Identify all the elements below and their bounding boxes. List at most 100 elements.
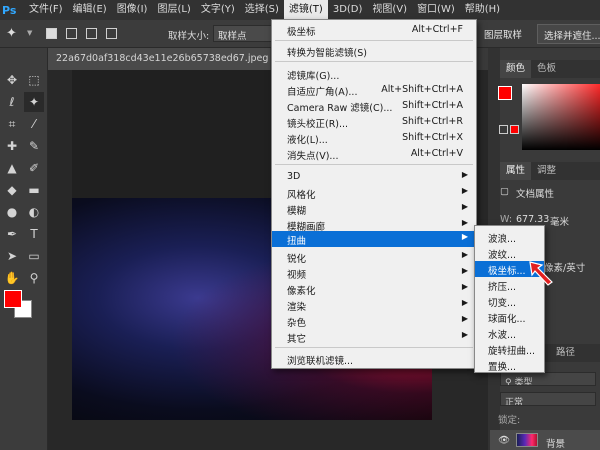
tab-swatches[interactable]: 色板 bbox=[531, 60, 562, 78]
submenu-arrow-icon: ▶ bbox=[461, 314, 468, 323]
pen-tool-icon[interactable]: ✒ bbox=[2, 224, 22, 244]
warning-cube-icon[interactable] bbox=[499, 125, 508, 134]
menu-type[interactable]: 文字(Y) bbox=[196, 0, 240, 20]
blur-tool-icon[interactable]: ● bbox=[2, 202, 22, 222]
document-properties-label: 文档属性 bbox=[516, 189, 555, 200]
lasso-tool-icon[interactable]: ℓ bbox=[2, 92, 22, 112]
path-select-icon[interactable]: ➤ bbox=[2, 246, 22, 266]
submenu-arrow-icon: ▶ bbox=[461, 266, 468, 275]
foreground-color-swatch[interactable] bbox=[4, 290, 22, 308]
history-brush-icon[interactable]: ✐ bbox=[24, 158, 44, 178]
filter-3d[interactable]: 3D ▶ bbox=[272, 169, 476, 185]
photoshop-logo: Ps bbox=[2, 3, 17, 17]
liquify[interactable]: 液化(L)... Shift+Ctrl+X bbox=[272, 130, 476, 146]
panel-foreground-swatch[interactable] bbox=[498, 86, 512, 100]
distort-submenu: 波浪... 波纹... 极坐标... 挤压... 切变... 球面化... 水波… bbox=[474, 225, 545, 373]
menu-select[interactable]: 选择(S) bbox=[240, 0, 284, 20]
shape-tool-icon[interactable]: ▭ bbox=[24, 246, 44, 266]
menu-image[interactable]: 图像(I) bbox=[112, 0, 153, 20]
healing-tool-icon[interactable]: ✚ bbox=[2, 136, 22, 156]
filter-video[interactable]: 视频 ▶ bbox=[272, 265, 476, 281]
color-picker-field[interactable] bbox=[522, 84, 600, 150]
new-selection-icon[interactable] bbox=[46, 28, 57, 39]
width-value[interactable]: 677.33 bbox=[516, 214, 549, 225]
tab-properties[interactable]: 属性 bbox=[500, 162, 532, 180]
width-unit[interactable]: 毫米 bbox=[550, 214, 569, 228]
menu-window[interactable]: 窗口(W) bbox=[412, 0, 460, 20]
tools-panel: ✥ ⬚ ℓ ✦ ⌗ ⁄ ✚ ✎ ▲ ✐ ◆ ▬ ● ◐ ✒ T ➤ ▭ ✋ ⚲ … bbox=[0, 48, 48, 450]
move-tool-icon[interactable]: ✥ bbox=[2, 70, 22, 90]
lens-correction[interactable]: 镜头校正(R)... Shift+Ctrl+R bbox=[272, 114, 476, 130]
menu-help[interactable]: 帮助(H) bbox=[460, 0, 505, 20]
menu-separator bbox=[275, 61, 473, 62]
browse-online-filters[interactable]: 浏览联机滤镜... bbox=[272, 351, 476, 367]
intersect-selection-icon[interactable] bbox=[106, 28, 117, 39]
menu-layer[interactable]: 图层(L) bbox=[152, 0, 195, 20]
submenu-arrow-icon: ▶ bbox=[461, 186, 468, 195]
distort-ripple[interactable]: 水波... bbox=[475, 325, 544, 341]
submenu-arrow-icon: ▶ bbox=[461, 170, 468, 179]
hand-tool-icon[interactable]: ✋ bbox=[2, 268, 22, 288]
select-and-mask-button[interactable]: 选择并遮住... bbox=[537, 24, 600, 44]
tab-color[interactable]: 颜色 bbox=[500, 60, 532, 78]
eyedropper-tool-icon[interactable]: ⁄ bbox=[24, 114, 44, 134]
filter-last-item[interactable]: 极坐标 Alt+Ctrl+F bbox=[272, 22, 476, 38]
filter-other[interactable]: 其它 ▶ bbox=[272, 329, 476, 345]
dodge-tool-icon[interactable]: ◐ bbox=[24, 202, 44, 222]
tab-paths[interactable]: 路径 bbox=[550, 344, 581, 362]
crop-tool-icon[interactable]: ⌗ bbox=[2, 114, 22, 134]
filter-sharpen[interactable]: 锐化 ▶ bbox=[272, 249, 476, 265]
camera-raw-filter[interactable]: Camera Raw 滤镜(C)... Shift+Ctrl+A bbox=[272, 98, 476, 114]
vanishing-point[interactable]: 消失点(V)... Alt+Ctrl+V bbox=[272, 146, 476, 162]
sample-size-select[interactable]: 取样点 bbox=[213, 25, 273, 42]
filter-render[interactable]: 渲染 ▶ bbox=[272, 297, 476, 313]
distort-twirl[interactable]: 旋转扭曲... bbox=[475, 341, 544, 357]
blend-mode-select[interactable]: 正常 bbox=[500, 392, 596, 406]
filter-stylize[interactable]: 风格化 ▶ bbox=[272, 185, 476, 201]
visibility-eye-icon[interactable]: 👁 bbox=[498, 435, 510, 446]
type-tool-icon[interactable]: T bbox=[24, 224, 44, 244]
zoom-tool-icon[interactable]: ⚲ bbox=[24, 268, 44, 288]
distort-displace[interactable]: 置换... bbox=[475, 357, 544, 373]
marquee-tool-icon[interactable]: ⬚ bbox=[24, 70, 44, 90]
layer-type-filter[interactable]: ⚲ 类型 bbox=[500, 372, 596, 386]
menu-bar: Ps 文件(F) 编辑(E) 图像(I) 图层(L) 文字(Y) 选择(S) 滤… bbox=[0, 0, 600, 20]
distort-spherize[interactable]: 球面化... bbox=[475, 309, 544, 325]
submenu-arrow-icon: ▶ bbox=[461, 250, 468, 259]
layer-name[interactable]: 背景 bbox=[546, 436, 565, 450]
filter-distort[interactable]: 扭曲 ▶ bbox=[272, 231, 476, 247]
stamp-tool-icon[interactable]: ▲ bbox=[2, 158, 22, 178]
chevron-down-icon[interactable]: ▼ bbox=[27, 29, 32, 37]
color-panel-header: 颜色 色板 bbox=[500, 60, 600, 78]
magic-wand-icon[interactable]: ✦ bbox=[6, 26, 26, 42]
gamut-color-swatch[interactable] bbox=[510, 125, 519, 134]
properties-panel-header: 属性 调整 bbox=[500, 162, 600, 180]
distort-shear[interactable]: 切变... bbox=[475, 293, 544, 309]
distort-wave[interactable]: 波浪... bbox=[475, 229, 544, 245]
subtract-selection-icon[interactable] bbox=[86, 28, 97, 39]
adaptive-wide-angle[interactable]: 自适应广角(A)... Alt+Shift+Ctrl+A bbox=[272, 82, 476, 98]
magic-wand-tool-icon[interactable]: ✦ bbox=[24, 92, 44, 112]
filter-blur[interactable]: 模糊 ▶ bbox=[272, 201, 476, 217]
menu-edit[interactable]: 编辑(E) bbox=[68, 0, 112, 20]
menu-view[interactable]: 视图(V) bbox=[367, 0, 412, 20]
document-icon: ▢ bbox=[500, 186, 509, 197]
filter-noise[interactable]: 杂色 ▶ bbox=[272, 313, 476, 329]
eraser-tool-icon[interactable]: ◆ bbox=[2, 180, 22, 200]
filter-pixelate[interactable]: 像素化 ▶ bbox=[272, 281, 476, 297]
submenu-arrow-icon: ▶ bbox=[461, 282, 468, 291]
document-tab[interactable]: 22a67d0af318cd43e11e26b65738ed67.jpeg @ … bbox=[48, 48, 270, 70]
menu-3d[interactable]: 3D(D) bbox=[328, 0, 368, 20]
gradient-tool-icon[interactable]: ▬ bbox=[24, 180, 44, 200]
tab-adjustments[interactable]: 调整 bbox=[531, 162, 562, 180]
brush-tool-icon[interactable]: ✎ bbox=[24, 136, 44, 156]
filter-gallery[interactable]: 滤镜库(G)... bbox=[272, 66, 476, 82]
menu-filter[interactable]: 滤镜(T) bbox=[283, 0, 328, 20]
sample-all-layers[interactable]: 图层取样 bbox=[478, 24, 528, 44]
menu-file[interactable]: 文件(F) bbox=[24, 0, 68, 20]
red-arrow-pointer-icon bbox=[529, 261, 553, 286]
sample-size-label: 取样大小: bbox=[168, 31, 210, 42]
menu-separator bbox=[275, 164, 473, 165]
convert-smart-filter[interactable]: 转换为智能滤镜(S) bbox=[272, 43, 476, 59]
add-selection-icon[interactable] bbox=[66, 28, 77, 39]
